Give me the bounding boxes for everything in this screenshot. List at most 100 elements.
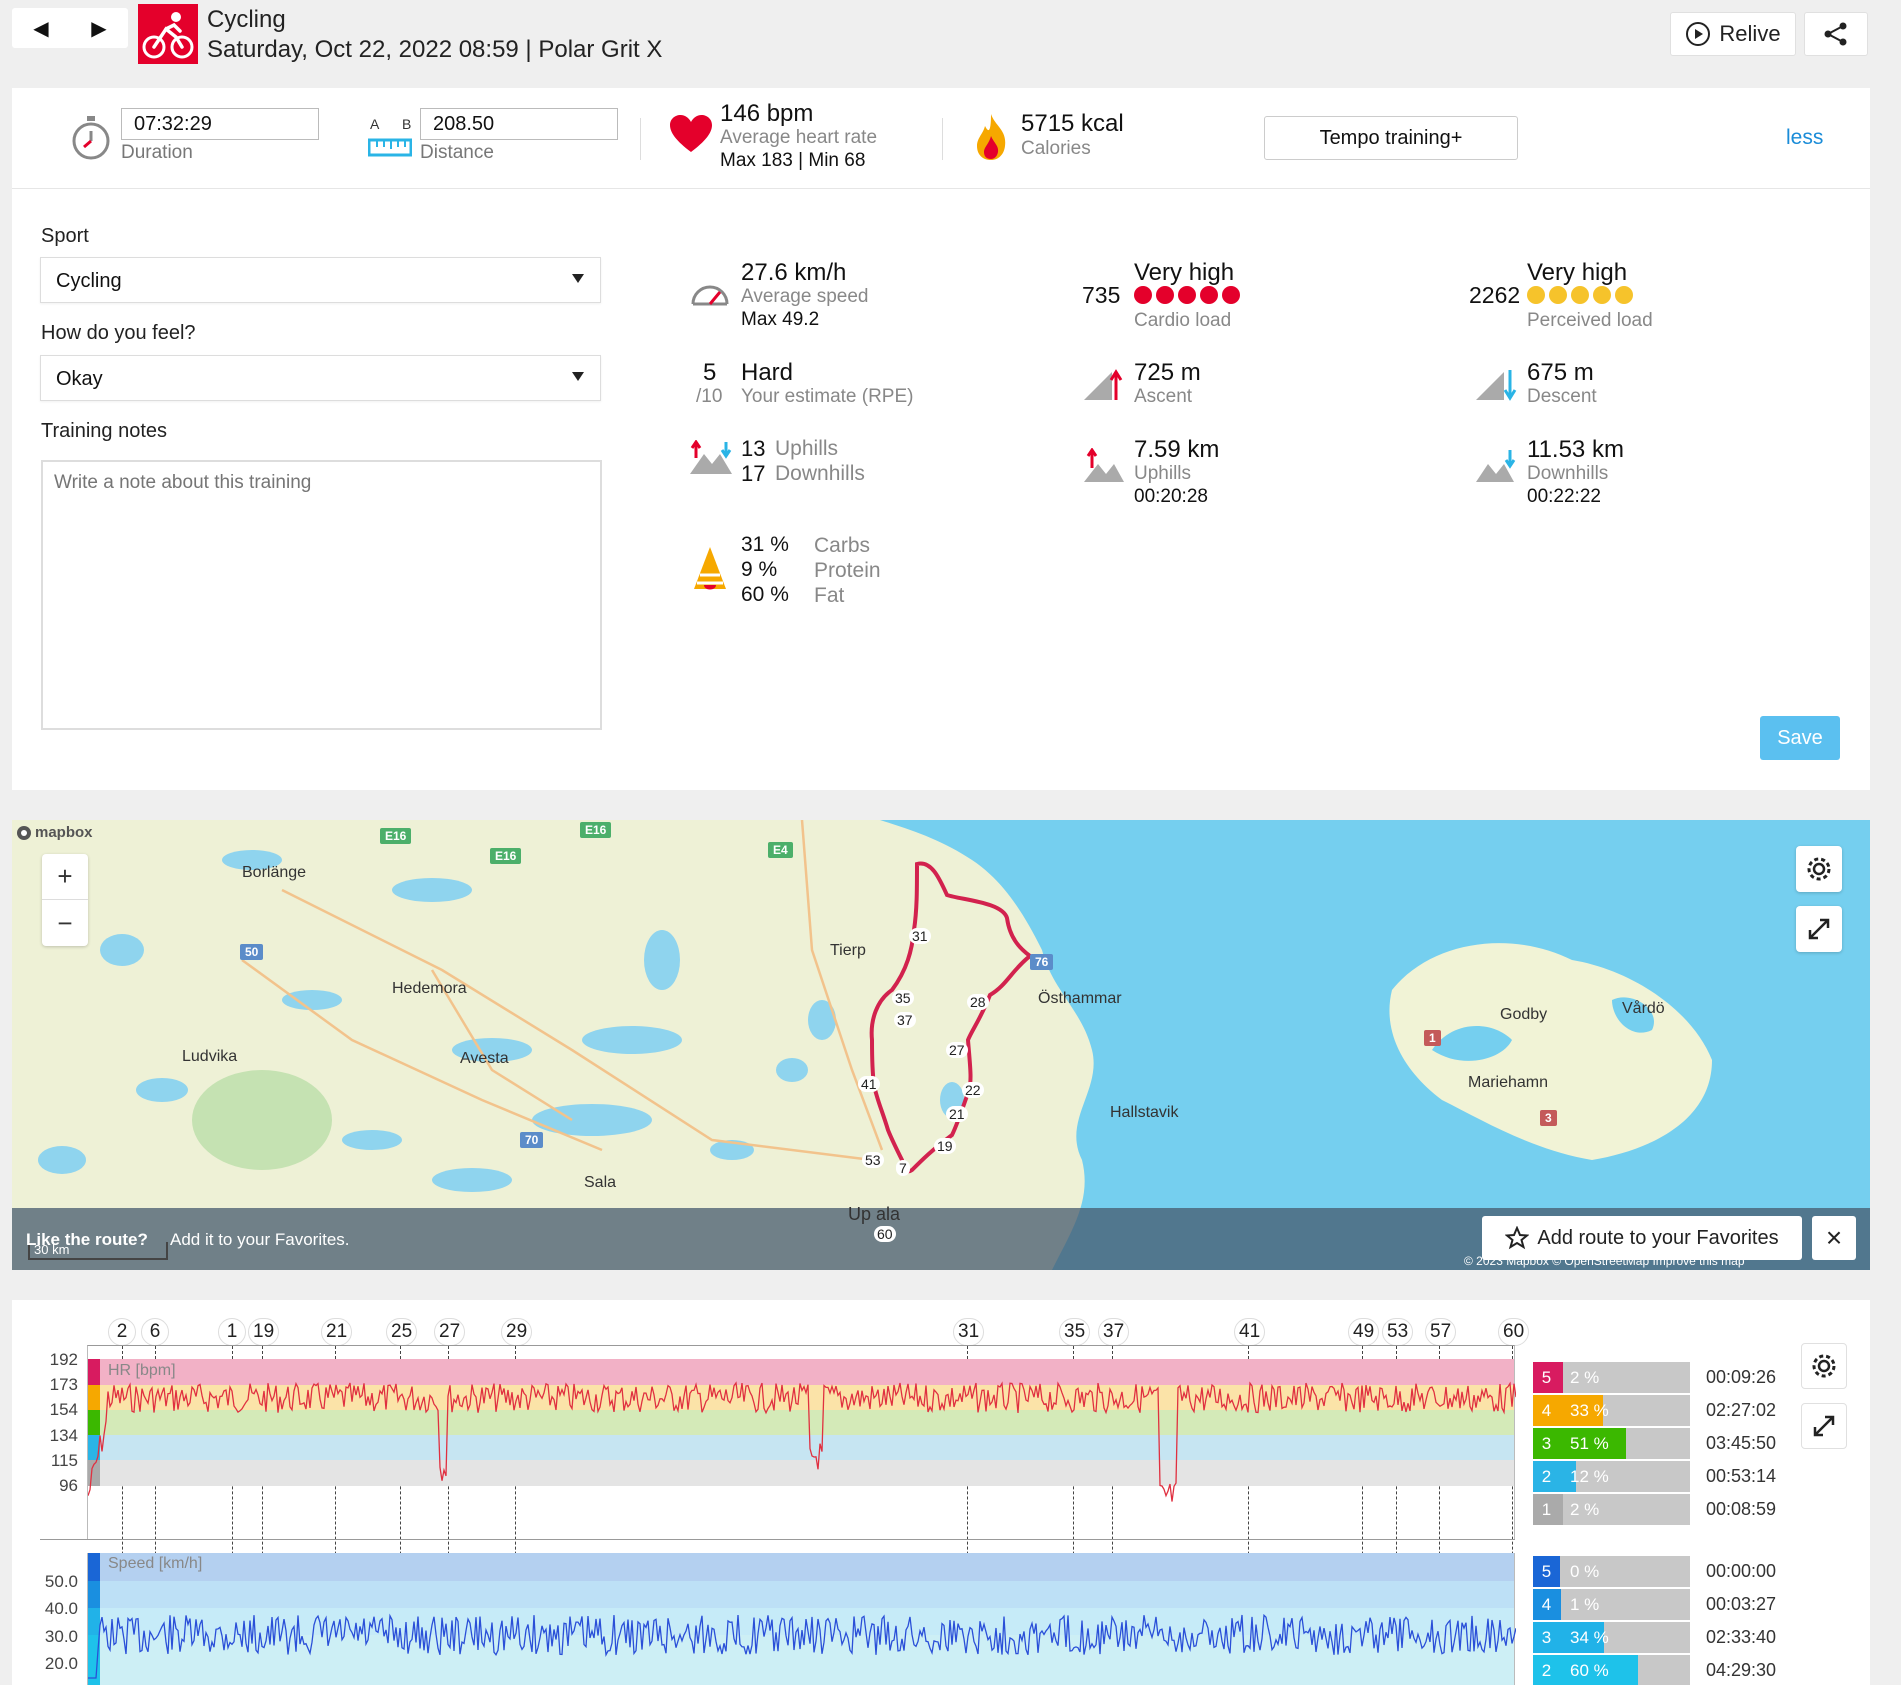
expand-icon <box>1808 918 1830 940</box>
lap-marker[interactable]: 25 <box>386 1318 418 1346</box>
speed-line-plot[interactable] <box>88 1553 1516 1685</box>
route-marker[interactable]: 7 <box>896 1160 910 1176</box>
route-marker[interactable]: 53 <box>862 1152 884 1168</box>
close-icon: × <box>1825 1222 1843 1253</box>
summary-separator <box>942 118 943 160</box>
next-arrow-icon[interactable]: ▶ <box>70 8 128 48</box>
map-settings-button[interactable] <box>1796 846 1842 892</box>
lap-marker[interactable]: 31 <box>953 1318 985 1346</box>
lap-marker[interactable]: 19 <box>248 1318 280 1346</box>
training-notes-textarea[interactable] <box>41 460 602 730</box>
y-tick-label: 96 <box>59 1476 78 1495</box>
distance-b-label: B <box>402 116 412 132</box>
chart-expand-button[interactable] <box>1801 1403 1847 1449</box>
lap-marker[interactable]: 57 <box>1425 1318 1457 1346</box>
summary-separator <box>640 118 641 160</box>
place-label: Borlänge <box>242 864 307 881</box>
zone-number: 5 <box>1533 1362 1560 1393</box>
route-marker[interactable]: 31 <box>909 928 931 944</box>
route-marker[interactable]: 27 <box>946 1042 968 1058</box>
zone-percent: 60 % <box>1570 1660 1609 1680</box>
less-link[interactable]: less <box>1786 126 1823 150</box>
speed-chart-area: Speed [km/h] <box>87 1553 1516 1685</box>
zoom-out-button[interactable]: − <box>42 900 88 946</box>
zone-number: 2 <box>1533 1461 1560 1492</box>
descent-icon <box>1476 370 1517 401</box>
y-tick-label: 134 <box>49 1425 78 1445</box>
road-shield: E16 <box>580 822 612 838</box>
uphill-distance: 7.59 km <box>1134 436 1220 463</box>
rpe-scale: /10 <box>696 386 723 407</box>
route-marker[interactable]: 22 <box>962 1082 984 1098</box>
up-down-hills-icon <box>690 440 732 474</box>
zone-fill-bar <box>1560 1589 1561 1620</box>
chart-settings-button[interactable] <box>1801 1343 1847 1389</box>
downhill-time: 00:22:22 <box>1527 486 1601 507</box>
route-marker[interactable]: 60 <box>874 1226 896 1242</box>
training-benefit-button[interactable]: Tempo training+ <box>1264 116 1518 160</box>
hr-series-line <box>88 1381 1516 1502</box>
save-button[interactable]: Save <box>1760 716 1840 760</box>
lap-marker[interactable]: 35 <box>1059 1318 1091 1346</box>
downhills-word: Downhills <box>775 462 865 485</box>
route-marker[interactable]: 35 <box>892 990 914 1006</box>
protein-pct: 9 % <box>741 558 778 581</box>
zone-percent: 12 % <box>1570 1466 1609 1486</box>
activity-nav: ◀ ▶ <box>12 8 128 48</box>
lap-marker[interactable]: 27 <box>434 1318 466 1346</box>
feel-select[interactable]: Okay <box>40 355 601 401</box>
route-marker[interactable]: 28 <box>967 994 989 1010</box>
map-copyright[interactable]: © 2023 Mapbox © OpenStreetMap Improve th… <box>1464 1254 1745 1268</box>
place-label: Up ala <box>848 1204 901 1224</box>
route-marker[interactable]: 41 <box>858 1076 880 1092</box>
lap-marker[interactable]: 49 <box>1348 1318 1380 1346</box>
zone-time: 00:09:26 <box>1706 1367 1777 1387</box>
lap-marker[interactable]: 6 <box>141 1318 169 1346</box>
chevron-down-icon <box>572 274 584 283</box>
summary-divider <box>12 188 1870 189</box>
sport-select[interactable]: Cycling <box>40 257 601 303</box>
flame-icon <box>977 114 1006 160</box>
hr-line-plot[interactable] <box>88 1346 1516 1541</box>
duration-field[interactable]: 07:32:29 <box>121 108 319 140</box>
y-tick-label: 154 <box>49 1400 78 1420</box>
zone-time: 02:33:40 <box>1706 1627 1777 1647</box>
hr-chart-area: HR [bpm] <box>87 1345 1516 1541</box>
chevron-down-icon <box>572 372 584 381</box>
activity-subtitle: Saturday, Oct 22, 2022 08:59 | Polar Gri… <box>207 36 663 63</box>
place-label: Vårdö <box>1622 1000 1665 1017</box>
previous-arrow-icon[interactable]: ◀ <box>12 8 70 48</box>
y-tick-label: 40.0 <box>44 1599 78 1619</box>
route-map[interactable]: E16 E16 E16 E4 50 70 76 1 3 Borlänge Hed… <box>12 820 1870 1270</box>
lap-marker[interactable]: 37 <box>1098 1318 1130 1346</box>
close-banner-button[interactable]: × <box>1812 1216 1856 1260</box>
fat-label: Fat <box>814 584 845 607</box>
play-circle-icon <box>1686 22 1711 46</box>
place-label: Hallstavik <box>1110 1104 1179 1121</box>
zone-number: 1 <box>1533 1494 1560 1525</box>
relive-button[interactable]: Relive <box>1670 12 1796 56</box>
share-button[interactable] <box>1804 12 1868 56</box>
ascent-value: 725 m <box>1134 359 1201 386</box>
route-marker[interactable]: 37 <box>894 1012 916 1028</box>
lap-marker[interactable]: 41 <box>1234 1318 1266 1346</box>
map-expand-button[interactable] <box>1796 906 1842 952</box>
road-shield: E16 <box>380 828 412 844</box>
avg-speed-value: 27.6 km/h <box>741 259 847 286</box>
route-marker[interactable]: 21 <box>946 1106 968 1122</box>
lap-marker[interactable]: 1 <box>218 1318 246 1346</box>
zoom-in-button[interactable]: + <box>42 854 88 900</box>
route-marker[interactable]: 19 <box>934 1138 956 1154</box>
distance-field[interactable]: 208.50 <box>420 108 618 140</box>
sport-select-value: Cycling <box>56 270 122 292</box>
uphill-label: Uphills <box>1134 463 1192 484</box>
lap-marker[interactable]: 29 <box>501 1318 533 1346</box>
rpe-label: Your estimate (RPE) <box>741 386 914 407</box>
lap-marker[interactable]: 53 <box>1382 1318 1414 1346</box>
lap-marker[interactable]: 60 <box>1498 1318 1530 1346</box>
zone-percent: 2 % <box>1570 1367 1600 1387</box>
lap-marker[interactable]: 2 <box>108 1318 136 1346</box>
zone-time: 00:53:14 <box>1706 1466 1777 1486</box>
lap-marker[interactable]: 21 <box>321 1318 353 1346</box>
zone-number: 2 <box>1533 1655 1560 1685</box>
